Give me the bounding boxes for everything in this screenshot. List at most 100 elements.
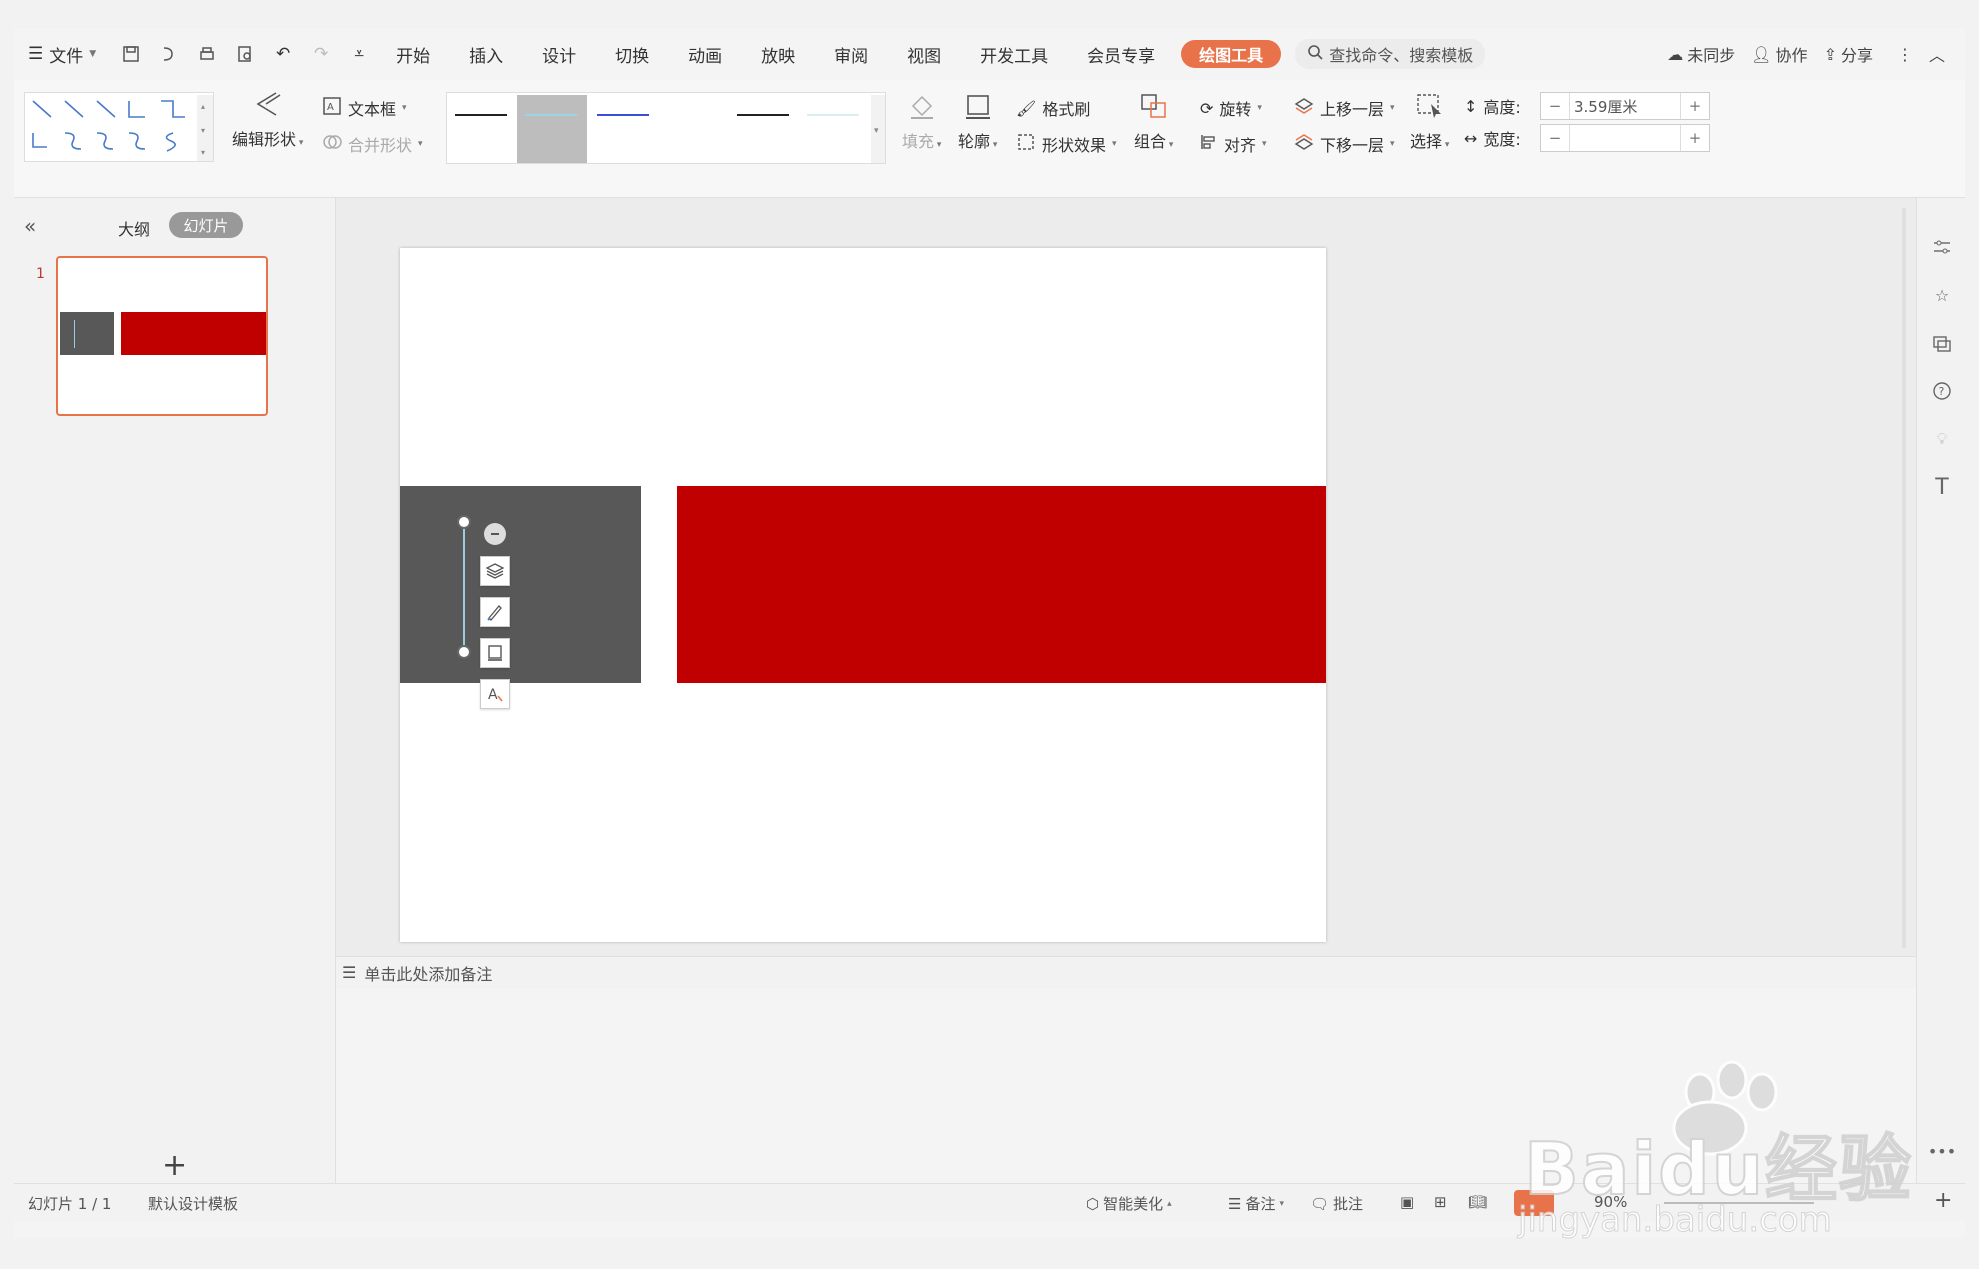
grey-rectangle[interactable] [400, 486, 641, 683]
svg-text:▾: ▾ [874, 126, 879, 136]
tab-slideshow[interactable]: 放映 [761, 42, 795, 67]
normal-view-icon[interactable]: ▣ [1400, 1193, 1414, 1211]
line-end-handle[interactable] [457, 645, 471, 659]
pen-icon[interactable] [480, 597, 510, 627]
file-menu[interactable]: ☰ 文件 ▼ [28, 28, 96, 80]
notes-placeholder: 单击此处添加备注 [364, 964, 493, 984]
height-stepper[interactable]: − 3.59厘米 + [1540, 92, 1710, 120]
collapse-panel-icon[interactable]: « [24, 214, 36, 238]
sync-button[interactable]: ☁ 未同步 [1667, 28, 1735, 80]
send-backward-icon [1294, 133, 1314, 155]
vertical-scrollbar[interactable] [1902, 208, 1906, 948]
select-button[interactable]: 选择 ▾ [1410, 92, 1449, 152]
share-icon: ⇪ [1823, 44, 1837, 64]
star-icon[interactable]: ☆ [1929, 282, 1955, 308]
beautify-button[interactable]: ⬡ 智能美化 ▴ [1086, 1193, 1172, 1214]
slide-info: 幻灯片 1 / 1 [28, 1195, 112, 1213]
tab-developer[interactable]: 开发工具 [980, 42, 1048, 67]
outline-button[interactable]: 轮廓 ▾ [958, 92, 997, 152]
print-icon[interactable] [190, 37, 224, 71]
align-button[interactable]: 对齐 ▾ [1200, 132, 1267, 156]
template-name[interactable]: 默认设计模板 [148, 1193, 238, 1214]
menu-bar: ☰ 文件 ▼ ↶ ↷ ⩡ 开始 插入 设计 切换 动画 放映 审阅 视图 开发工… [14, 28, 1965, 80]
tab-home[interactable]: 开始 [396, 42, 430, 67]
send-backward-button[interactable]: 下移一层 ▾ [1294, 132, 1395, 156]
svg-text:▴: ▴ [201, 102, 205, 111]
tab-design[interactable]: 设计 [542, 42, 576, 67]
outline-frame-icon[interactable] [480, 638, 510, 668]
notes-bar[interactable]: ☰ 单击此处添加备注 [336, 956, 1916, 988]
width-decrease-button[interactable]: − [1541, 129, 1569, 147]
baidu-watermark: Baidu经验 jingyan.baidu.com [1510, 1050, 1913, 1250]
notes-toggle-button[interactable]: ☰ 备注 ▾ [1228, 1193, 1284, 1214]
print-preview-icon[interactable] [228, 37, 262, 71]
height-decrease-button[interactable]: − [1541, 97, 1569, 115]
comments-button[interactable]: 🗨︎ 批注 [1310, 1193, 1363, 1214]
share-button[interactable]: ⇪ 分享 [1824, 28, 1873, 80]
edit-shape-button[interactable]: 编辑形状 ▾ [232, 90, 303, 150]
export-icon[interactable] [152, 37, 186, 71]
zoom-in-button[interactable]: + [1934, 1188, 1952, 1213]
properties-icon[interactable] [1929, 234, 1955, 260]
grid-view-icon[interactable]: ⊞ [1434, 1193, 1447, 1211]
tab-outline[interactable]: 大纲 [118, 216, 150, 240]
merge-shape-button[interactable]: 合并形状 ▾ [322, 132, 423, 156]
collapse-toolbar-icon[interactable] [484, 523, 506, 545]
tab-animation[interactable]: 动画 [688, 42, 722, 67]
tab-review[interactable]: 审阅 [834, 42, 868, 67]
selected-line[interactable] [463, 522, 465, 652]
format-painter-button[interactable]: 🖌︎ 格式刷 [1016, 96, 1090, 120]
bring-forward-icon [1294, 97, 1314, 119]
line-shape-gallery[interactable]: ▴ ▾ ▾ [24, 92, 214, 162]
fill-button[interactable]: 填充 ▾ [902, 92, 941, 152]
reading-view-icon[interactable]: 📖︎ [1468, 1193, 1487, 1211]
watermark-brand3: 经验 [1764, 1126, 1913, 1212]
line-start-handle[interactable] [457, 515, 471, 529]
collab-button[interactable]: 👤︎ 协作 [1751, 28, 1807, 80]
right-sidebar: ☆ ? 💡︎ T ••• [1916, 198, 1965, 1183]
shape-effect-icon [1016, 132, 1036, 156]
line-style-gallery[interactable]: ▾ [446, 92, 886, 164]
group-button[interactable]: 组合 ▾ [1134, 92, 1173, 152]
slide-thumbnail[interactable] [56, 256, 268, 416]
lightbulb-icon[interactable]: 💡︎ [1929, 426, 1955, 452]
tab-member[interactable]: 会员专享 [1087, 42, 1155, 67]
tab-view[interactable]: 视图 [907, 42, 941, 67]
width-input[interactable] [1569, 125, 1681, 151]
align-icon [1200, 133, 1218, 155]
search-box[interactable]: 查找命令、搜索模板 [1295, 39, 1486, 69]
slide[interactable]: A [400, 248, 1326, 942]
tab-insert[interactable]: 插入 [469, 42, 503, 67]
layers-icon[interactable] [480, 556, 510, 586]
help-icon[interactable]: ? [1929, 378, 1955, 404]
height-increase-button[interactable]: + [1681, 97, 1709, 115]
height-input[interactable]: 3.59厘米 [1569, 93, 1681, 119]
red-rectangle[interactable] [677, 486, 1326, 683]
notes-icon: ☰ [342, 963, 357, 982]
width-stepper[interactable]: − + [1540, 124, 1710, 152]
more-menu-icon[interactable]: ⋮ [1897, 28, 1913, 80]
bring-forward-button[interactable]: 上移一层 ▾ [1294, 96, 1395, 120]
outline-icon [963, 92, 993, 124]
height-icon: ↕ [1464, 96, 1478, 116]
tab-transition[interactable]: 切换 [615, 42, 649, 67]
tab-slides[interactable]: 幻灯片 [169, 212, 243, 238]
text-icon[interactable]: T [1929, 474, 1955, 500]
merge-shape-icon [322, 132, 342, 156]
text-style-icon[interactable]: A [480, 679, 510, 709]
rotate-button[interactable]: ⟳ 旋转 ▾ [1200, 96, 1262, 120]
comment-icon: 🗨︎ [1310, 1194, 1330, 1213]
rotate-icon: ⟳ [1200, 98, 1214, 118]
save-icon[interactable] [114, 37, 148, 71]
tab-drawing-tools[interactable]: 绘图工具 [1181, 40, 1282, 68]
slide-transition-icon[interactable] [1929, 330, 1955, 356]
shape-effect-button[interactable]: 形状效果 ▾ [1016, 132, 1117, 156]
more-options-icon[interactable]: ••• [1928, 1138, 1956, 1164]
redo-icon[interactable]: ↷ [304, 37, 338, 71]
collapse-ribbon-icon[interactable]: ︿ [1929, 28, 1945, 80]
textbox-button[interactable]: A 文本框 ▾ [322, 96, 407, 120]
width-increase-button[interactable]: + [1681, 129, 1709, 147]
customize-toolbar-icon[interactable]: ⩡ [342, 37, 376, 71]
add-slide-button[interactable]: + [162, 1148, 187, 1183]
undo-icon[interactable]: ↶ [266, 37, 300, 71]
